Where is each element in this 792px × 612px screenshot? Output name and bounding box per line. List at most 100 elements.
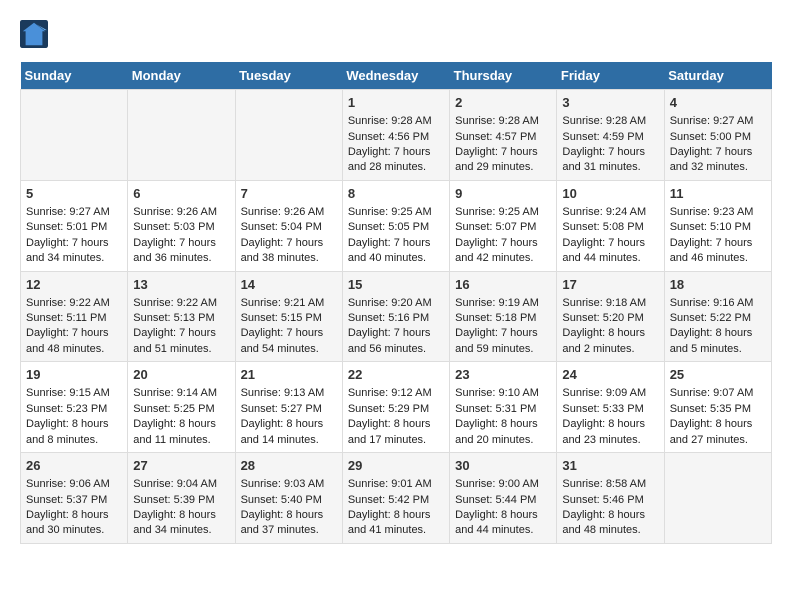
calendar-cell: 6 Sunrise: 9:26 AM Sunset: 5:03 PM Daylig… [128, 180, 235, 271]
calendar-cell: 14Sunrise: 9:21 AM Sunset: 5:15 PM Dayli… [235, 271, 342, 362]
calendar-cell [21, 90, 128, 181]
day-content: Sunrise: 9:24 AM Sunset: 5:08 PM Dayligh… [562, 205, 658, 267]
day-content: Sunrise: 9:28 AM Sunset: 4:56 PM Dayligh… [348, 114, 444, 176]
calendar-cell [664, 453, 771, 544]
day-content: Sunrise: 9:26 AM Sunset: 5:04 PM Dayligh… [241, 205, 337, 267]
day-content: Sunrise: 9:12 AM Sunset: 5:29 PM Dayligh… [348, 386, 444, 448]
calendar-cell [128, 90, 235, 181]
day-number: 8 [348, 185, 444, 203]
calendar-table: SundayMondayTuesdayWednesdayThursdayFrid… [20, 62, 772, 544]
day-number: 15 [348, 276, 444, 294]
calendar-cell: 25 Sunrise: 9:07 AM Sunset: 5:35 PM Dayli… [664, 362, 771, 453]
day-content: Sunrise: 9:00 AM Sunset: 5:44 PM Dayligh… [455, 477, 551, 539]
day-content: Sunrise: 9:19 AM Sunset: 5:18 PM Dayligh… [455, 296, 551, 358]
day-number: 21 [241, 366, 337, 384]
calendar-cell: 27 Sunrise: 9:04 AM Sunset: 5:39 PM Dayli… [128, 453, 235, 544]
day-content: Sunrise: 9:04 AM Sunset: 5:39 PM Dayligh… [133, 477, 229, 539]
weekday-header-friday: Friday [557, 62, 664, 90]
week-row-4: 19Sunrise: 9:15 AM Sunset: 5:23 PM Dayli… [21, 362, 772, 453]
day-content: Sunrise: 9:23 AM Sunset: 5:10 PM Dayligh… [670, 205, 766, 267]
day-number: 11 [670, 185, 766, 203]
day-number: 16 [455, 276, 551, 294]
weekday-header-tuesday: Tuesday [235, 62, 342, 90]
day-number: 30 [455, 457, 551, 475]
day-number: 22 [348, 366, 444, 384]
day-number: 4 [670, 94, 766, 112]
day-content: Sunrise: 9:16 AM Sunset: 5:22 PM Dayligh… [670, 296, 766, 358]
day-content: Sunrise: 9:28 AM Sunset: 4:57 PM Dayligh… [455, 114, 551, 176]
day-number: 1 [348, 94, 444, 112]
day-content: Sunrise: 9:09 AM Sunset: 5:33 PM Dayligh… [562, 386, 658, 448]
calendar-cell: 28 Sunrise: 9:03 AM Sunset: 5:40 PM Dayli… [235, 453, 342, 544]
calendar-cell: 18 Sunrise: 9:16 AM Sunset: 5:22 PM Dayli… [664, 271, 771, 362]
day-number: 12 [26, 276, 122, 294]
day-content: Sunrise: 9:25 AM Sunset: 5:07 PM Dayligh… [455, 205, 551, 267]
day-content: Sunrise: 9:03 AM Sunset: 5:40 PM Dayligh… [241, 477, 337, 539]
calendar-cell: 8 Sunrise: 9:25 AM Sunset: 5:05 PM Daylig… [342, 180, 449, 271]
day-number: 13 [133, 276, 229, 294]
day-number: 26 [26, 457, 122, 475]
day-content: Sunrise: 9:22 AM Sunset: 5:11 PM Dayligh… [26, 296, 122, 358]
day-content: Sunrise: 9:20 AM Sunset: 5:16 PM Dayligh… [348, 296, 444, 358]
week-row-2: 5 Sunrise: 9:27 AM Sunset: 5:01 PM Daylig… [21, 180, 772, 271]
day-number: 18 [670, 276, 766, 294]
day-number: 28 [241, 457, 337, 475]
calendar-cell: 15 Sunrise: 9:20 AM Sunset: 5:16 PM Dayli… [342, 271, 449, 362]
day-content: Sunrise: 9:27 AM Sunset: 5:00 PM Dayligh… [670, 114, 766, 176]
weekday-header-saturday: Saturday [664, 62, 771, 90]
calendar-cell: 19Sunrise: 9:15 AM Sunset: 5:23 PM Dayli… [21, 362, 128, 453]
week-row-3: 12 Sunrise: 9:22 AM Sunset: 5:11 PM Dayli… [21, 271, 772, 362]
calendar-cell: 5 Sunrise: 9:27 AM Sunset: 5:01 PM Daylig… [21, 180, 128, 271]
calendar-cell: 29 Sunrise: 9:01 AM Sunset: 5:42 PM Dayli… [342, 453, 449, 544]
calendar-cell: 13 Sunrise: 9:22 AM Sunset: 5:13 PM Dayli… [128, 271, 235, 362]
calendar-cell: 10 Sunrise: 9:24 AM Sunset: 5:08 PM Dayli… [557, 180, 664, 271]
calendar-cell: 4 Sunrise: 9:27 AM Sunset: 5:00 PM Daylig… [664, 90, 771, 181]
day-number: 7 [241, 185, 337, 203]
day-number: 20 [133, 366, 229, 384]
day-number: 5 [26, 185, 122, 203]
day-content: Sunrise: 9:21 AM Sunset: 5:15 PM Dayligh… [241, 296, 337, 358]
calendar-cell: 17 Sunrise: 9:18 AM Sunset: 5:20 PM Dayli… [557, 271, 664, 362]
day-content: Sunrise: 9:10 AM Sunset: 5:31 PM Dayligh… [455, 386, 551, 448]
day-number: 25 [670, 366, 766, 384]
day-number: 23 [455, 366, 551, 384]
day-number: 10 [562, 185, 658, 203]
calendar-cell: 24 Sunrise: 9:09 AM Sunset: 5:33 PM Dayli… [557, 362, 664, 453]
day-content: Sunrise: 9:15 AM Sunset: 5:23 PM Dayligh… [26, 386, 122, 448]
calendar-cell: 12 Sunrise: 9:22 AM Sunset: 5:11 PM Dayli… [21, 271, 128, 362]
day-number: 17 [562, 276, 658, 294]
day-number: 2 [455, 94, 551, 112]
calendar-cell: 23 Sunrise: 9:10 AM Sunset: 5:31 PM Dayli… [450, 362, 557, 453]
calendar-cell: 30 Sunrise: 9:00 AM Sunset: 5:44 PM Dayli… [450, 453, 557, 544]
calendar-cell: 22 Sunrise: 9:12 AM Sunset: 5:29 PM Dayli… [342, 362, 449, 453]
day-content: Sunrise: 9:13 AM Sunset: 5:27 PM Dayligh… [241, 386, 337, 448]
weekday-header-wednesday: Wednesday [342, 62, 449, 90]
day-number: 27 [133, 457, 229, 475]
day-content: Sunrise: 9:22 AM Sunset: 5:13 PM Dayligh… [133, 296, 229, 358]
logo-icon [20, 20, 48, 48]
day-content: Sunrise: 9:01 AM Sunset: 5:42 PM Dayligh… [348, 477, 444, 539]
weekday-header-row: SundayMondayTuesdayWednesdayThursdayFrid… [21, 62, 772, 90]
day-number: 3 [562, 94, 658, 112]
weekday-header-sunday: Sunday [21, 62, 128, 90]
day-content: Sunrise: 9:07 AM Sunset: 5:35 PM Dayligh… [670, 386, 766, 448]
weekday-header-thursday: Thursday [450, 62, 557, 90]
day-number: 29 [348, 457, 444, 475]
day-content: Sunrise: 9:18 AM Sunset: 5:20 PM Dayligh… [562, 296, 658, 358]
calendar-cell: 31Sunrise: 8:58 AM Sunset: 5:46 PM Dayli… [557, 453, 664, 544]
day-content: Sunrise: 9:27 AM Sunset: 5:01 PM Dayligh… [26, 205, 122, 267]
day-number: 24 [562, 366, 658, 384]
day-number: 9 [455, 185, 551, 203]
week-row-1: 1 Sunrise: 9:28 AM Sunset: 4:56 PM Daylig… [21, 90, 772, 181]
day-content: Sunrise: 9:25 AM Sunset: 5:05 PM Dayligh… [348, 205, 444, 267]
day-number: 6 [133, 185, 229, 203]
day-number: 31 [562, 457, 658, 475]
day-content: Sunrise: 9:06 AM Sunset: 5:37 PM Dayligh… [26, 477, 122, 539]
day-content: Sunrise: 9:28 AM Sunset: 4:59 PM Dayligh… [562, 114, 658, 176]
day-content: Sunrise: 9:26 AM Sunset: 5:03 PM Dayligh… [133, 205, 229, 267]
calendar-cell [235, 90, 342, 181]
calendar-cell: 16 Sunrise: 9:19 AM Sunset: 5:18 PM Dayli… [450, 271, 557, 362]
calendar-cell: 26 Sunrise: 9:06 AM Sunset: 5:37 PM Dayli… [21, 453, 128, 544]
calendar-cell: 21 Sunrise: 9:13 AM Sunset: 5:27 PM Dayli… [235, 362, 342, 453]
week-row-5: 26 Sunrise: 9:06 AM Sunset: 5:37 PM Dayli… [21, 453, 772, 544]
